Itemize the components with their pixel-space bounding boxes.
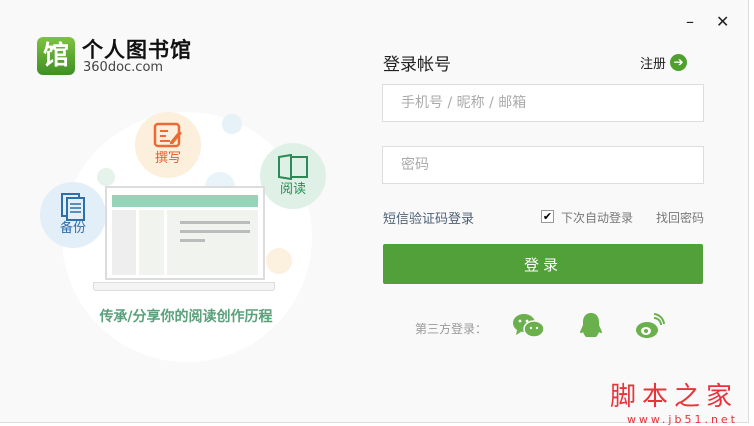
login-heading: 登录帐号 [383, 55, 451, 75]
logo-icon: 馆 [37, 37, 75, 75]
watermark-url: www.jb51.net [626, 413, 738, 426]
app-domain: 360doc.com [83, 60, 164, 75]
third-party-label: 第三方登录： [415, 322, 488, 336]
watermark: 脚本之家 www.jb51.net [610, 376, 738, 426]
book-icon [278, 153, 308, 181]
wechat-icon[interactable] [512, 312, 546, 344]
weibo-icon[interactable] [635, 312, 665, 344]
tagline: 传承/分享你的阅读创作历程 [99, 309, 273, 325]
register-label[interactable]: 注册 [640, 53, 666, 72]
auto-login-checkbox[interactable]: ✔ [541, 210, 554, 223]
decor-dot [266, 248, 292, 274]
register-link[interactable]: 注册 ➔ [640, 53, 688, 72]
laptop-screen [105, 186, 265, 280]
forgot-password-link[interactable]: 找回密码 [656, 209, 704, 226]
close-button[interactable]: ✕ [716, 12, 729, 31]
laptop-base [93, 282, 275, 291]
password-input[interactable] [382, 146, 704, 184]
login-button[interactable]: 登录 [383, 244, 703, 284]
watermark-text: 脚本之家 [609, 382, 738, 412]
decor-dot [222, 114, 242, 134]
login-window: – ✕ 馆 个人图书馆 360doc.com 撰写 阅读 备份 传承/分享你的阅… [0, 0, 749, 426]
feature-backup: 备份 [40, 182, 106, 248]
qq-icon[interactable] [577, 312, 605, 344]
auto-login-label[interactable]: 下次自动登录 [561, 209, 633, 226]
feature-write: 撰写 [135, 112, 201, 178]
feature-read: 阅读 [260, 143, 326, 209]
sms-login-link[interactable]: 短信验证码登录 [383, 208, 474, 227]
arrow-right-icon: ➔ [670, 54, 688, 71]
minimize-button[interactable]: – [686, 12, 694, 31]
account-input[interactable] [382, 84, 704, 122]
decor-dot [97, 168, 115, 186]
edit-icon [153, 122, 182, 148]
